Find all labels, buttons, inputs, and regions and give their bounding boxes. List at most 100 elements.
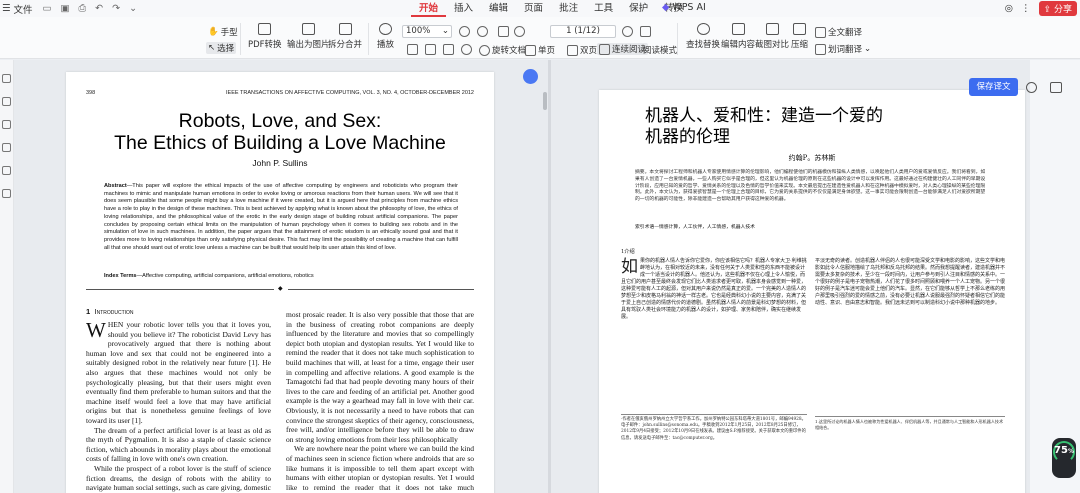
translated-footnote: 1.这里所讨论的机器人情人也被称为性爱机器人、伴侣机器人等，并且通常与人工智能和…: [815, 416, 1005, 431]
double-page-button[interactable]: 双页: [567, 44, 597, 56]
menu-icon: ☰: [2, 3, 11, 14]
chevron-down-icon[interactable]: ⌄: [129, 3, 137, 14]
tab-page[interactable]: 页面: [516, 0, 551, 17]
panel-toggle-icon[interactable]: [1050, 82, 1062, 93]
chevron-down-icon: ⌄: [441, 26, 449, 36]
translated-title-line1: 机器人、爱和性：建造一个爱的: [645, 106, 883, 126]
hand-icon: ✋: [208, 27, 219, 37]
gear-icon[interactable]: [1026, 82, 1037, 93]
compress-button[interactable]: 压缩: [791, 23, 808, 50]
tab-edit[interactable]: 编辑: [481, 0, 516, 17]
rotate-left-button[interactable]: [461, 44, 472, 55]
toolbar-separator: [677, 23, 678, 55]
fit-page-button[interactable]: [407, 44, 418, 55]
fit-page-icon: [407, 44, 418, 55]
edit-content-button[interactable]: 编辑内容: [721, 23, 755, 50]
index-terms-text: —Affective computing, artificial compani…: [136, 273, 314, 279]
performance-gauge[interactable]: 75%: [1052, 438, 1076, 478]
cursor-icon: ↖: [208, 43, 216, 53]
prev-page-icon: [514, 26, 525, 37]
original-document-pane[interactable]: 398 IEEE TRANSACTIONS ON AFFECTIVE COMPU…: [14, 60, 548, 493]
play-label: 播放: [377, 40, 395, 50]
cloud-sync-icon[interactable]: ◎: [1005, 3, 1013, 14]
share-button[interactable]: ⇪ 分享: [1038, 1, 1077, 16]
image-icon: [301, 23, 315, 35]
select-translate-button[interactable]: 划词翻译 ⌄: [815, 43, 871, 55]
single-page-icon: [525, 44, 536, 56]
export-image-button[interactable]: 输出为图片: [287, 23, 330, 50]
full-translate-label: 全文翻译: [828, 28, 863, 38]
first-page-button[interactable]: [498, 26, 509, 37]
select-tool[interactable]: ↖ 选择: [206, 42, 237, 54]
zoom-value: 100%: [406, 26, 431, 36]
running-header: IEEE TRANSACTIONS ON AFFECTIVE COMPUTING…: [226, 90, 474, 96]
translated-document-pane[interactable]: 机器人、爱和性：建造一个爱的 机器的伦理 约翰P。苏林斯 摘要。本文将探讨工程师和…: [551, 60, 1030, 493]
prev-page-button[interactable]: [514, 26, 525, 37]
sign-icon[interactable]: [2, 166, 11, 175]
hand-tool[interactable]: ✋ 手型: [208, 26, 238, 38]
compress-label: 压缩: [791, 40, 809, 50]
dropcap: W: [86, 318, 106, 342]
file-menu[interactable]: ☰ 文件: [2, 2, 33, 16]
section-number: 1: [86, 307, 91, 316]
first-page-icon: [498, 26, 509, 37]
layers-icon[interactable]: [2, 189, 11, 198]
index-terms: Index Terms—Affective computing, artific…: [104, 273, 458, 281]
save-translation-button[interactable]: 保存译文: [969, 78, 1018, 96]
tab-insert[interactable]: 插入: [446, 0, 481, 17]
pdf-convert-button[interactable]: PDF转换: [248, 23, 282, 50]
translate-float-icon[interactable]: [523, 69, 538, 84]
tab-annotate[interactable]: 批注: [551, 0, 586, 17]
full-translate-button[interactable]: 全文翻译: [815, 26, 862, 38]
play-button[interactable]: 播放: [377, 23, 394, 50]
comment-icon[interactable]: [2, 120, 11, 129]
rotate-doc-label: 旋转文档: [492, 46, 527, 56]
select-translate-icon: [815, 43, 826, 55]
section-title: Introduction: [94, 307, 134, 316]
dropcap: 如: [621, 257, 638, 277]
page-number: 398: [86, 90, 96, 96]
zoom-in-button[interactable]: [477, 26, 488, 37]
print-icon[interactable]: ⎙: [79, 3, 87, 14]
wps-ai-button[interactable]: ◆ WPS AI: [662, 2, 706, 13]
translated-title: 机器人、爱和性：建造一个爱的 机器的伦理: [645, 106, 1015, 148]
folder-icon[interactable]: ▭: [43, 3, 52, 14]
page-indicator: 1 (1/12): [566, 26, 600, 36]
reading-mode-button[interactable]: 阅读模式: [643, 44, 677, 56]
screenshot-compare-button[interactable]: 截图对比: [755, 23, 789, 50]
save-icon[interactable]: ▣: [61, 3, 70, 14]
rotate-doc-button[interactable]: 旋转文档: [479, 44, 526, 56]
bookmark-icon[interactable]: [2, 74, 11, 83]
abstract: Abstract—This paper will explore the eth…: [104, 183, 458, 252]
double-page-label: 双页: [580, 46, 598, 56]
more-icon[interactable]: ⋮: [1021, 3, 1031, 14]
paper-title-line1: Robots, Love, and Sex:: [178, 110, 382, 132]
redo-icon[interactable]: ↷: [112, 3, 120, 14]
next-page-button[interactable]: [622, 26, 633, 37]
zoom-select[interactable]: 100% ⌄: [402, 25, 452, 38]
page-number-input[interactable]: 1 (1/12): [550, 25, 616, 38]
actual-size-button[interactable]: [443, 44, 454, 55]
scrollbar-thumb[interactable]: [543, 92, 547, 110]
tab-tools[interactable]: 工具: [586, 0, 621, 17]
gauge-value: 75%: [1052, 445, 1076, 456]
last-page-button[interactable]: [640, 26, 651, 37]
diamond-ornament: ◆: [278, 286, 283, 292]
undo-icon[interactable]: ↶: [95, 3, 103, 14]
fit-width-button[interactable]: [425, 44, 436, 55]
fit-width-icon: [425, 44, 436, 55]
find-replace-button[interactable]: 查找替换: [686, 23, 720, 50]
export-image-label: 输出为图片: [287, 40, 330, 50]
rotate-icon: [479, 44, 490, 56]
split-merge-button[interactable]: 拆分合并: [328, 23, 362, 50]
single-page-button[interactable]: 单页: [525, 44, 555, 56]
paragraph: HEN your robotic lover tells you that it…: [86, 320, 271, 425]
continuous-button[interactable]: 连续阅读: [597, 43, 649, 55]
ribbon-tabs: 开始 插入 编辑 页面 批注 工具 保护 转换: [411, 0, 691, 17]
tab-start[interactable]: 开始: [411, 0, 447, 17]
attachment-icon[interactable]: [2, 143, 11, 152]
zoom-out-button[interactable]: [459, 26, 470, 37]
tab-protect[interactable]: 保护: [621, 0, 656, 17]
paragraph: most prosaic reader. It is also very pos…: [286, 310, 474, 444]
thumbnail-icon[interactable]: [2, 97, 11, 106]
